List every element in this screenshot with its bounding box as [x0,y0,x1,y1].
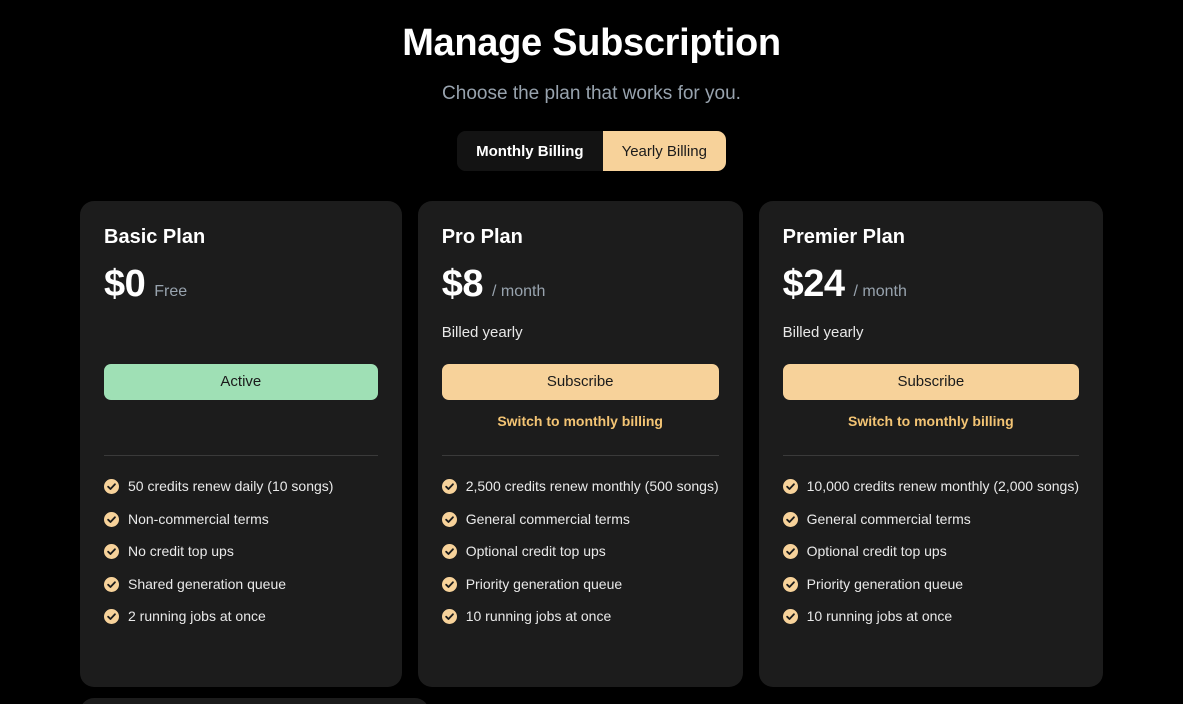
plan-price-period: / month [853,283,907,301]
toggle-yearly-billing[interactable]: Yearly Billing [602,131,726,172]
plan-feature-item: No credit top ups [104,543,378,561]
plan-feature-text: Non-commercial terms [128,510,269,527]
plan-feature-list: 50 credits renew daily (10 songs) Non-com… [104,478,378,626]
plan-price-row: $24 / month [782,263,1079,306]
plan-name: Pro Plan [441,226,523,249]
plan-card: Basic Plan $0 Free Active 50 credits renew… [80,201,402,688]
check-circle-icon [104,511,119,527]
plan-cta-button[interactable]: Active [104,364,378,401]
plan-cta-slot: Subscribe Switch to monthly billing [782,364,1079,429]
plan-billing-note [104,324,378,342]
plan-feature-text: 10 running jobs at once [806,608,953,625]
check-circle-icon [441,609,457,625]
plan-price-period: Free [154,283,188,301]
plan-feature-list: 10,000 credits renew monthly (2,000 song… [782,478,1079,626]
plan-feature-text: 10,000 credits renew monthly (2,000 song… [806,478,1079,495]
card-divider [441,455,719,457]
plan-price: $0 [104,263,146,306]
plan-feature-text: Optional credit top ups [465,543,606,560]
plan-cta-button[interactable]: Subscribe [441,364,719,401]
plan-cta-slot: Subscribe Switch to monthly billing [441,364,719,429]
plan-feature-text: Priority generation queue [806,575,964,592]
check-circle-icon [441,544,457,560]
plan-feature-text: 10 running jobs at once [465,608,612,625]
check-circle-icon [441,479,457,495]
card-divider [104,455,378,457]
plan-feature-item: 50 credits renew daily (10 songs) [104,478,378,496]
next-card-peek [80,698,429,704]
plan-feature-item: Priority generation queue [782,575,1079,594]
plan-price-row: $8 / month [441,263,719,306]
card-divider [782,455,1079,457]
plan-feature-text: General commercial terms [465,510,630,527]
plan-feature-item: 10 running jobs at once [441,608,719,626]
plan-price: $24 [782,263,845,306]
plan-feature-item: General commercial terms [782,510,1079,529]
switch-billing-link[interactable]: Switch to monthly billing [783,413,1079,429]
plan-card: Pro Plan $8/ month Billed yearly Subscribe S… [417,201,743,688]
check-circle-icon [104,576,119,592]
plan-billing-note: Billed yearly [441,324,523,342]
plan-feature-text: Shared generation queue [128,575,287,592]
switch-billing-link[interactable]: Switch to monthly billing [442,413,719,429]
plan-name: Premier Plan [782,226,905,249]
plan-feature-item: 10,000 credits renew monthly (2,000 song… [782,478,1079,496]
plan-feature-text: 2 running jobs at once [128,608,266,625]
billing-toggle[interactable]: Monthly Billing Yearly Billing [457,131,726,172]
plan-feature-item: Optional credit top ups [782,543,1079,561]
manage-subscription-page: Manage Subscription Choose the plan that… [0,0,1183,704]
plan-feature-item: 2 running jobs at once [104,608,378,626]
page-subtitle: Choose the plan that works for you. [442,82,741,104]
check-circle-icon [441,511,457,527]
plan-feature-item: Priority generation queue [441,575,719,594]
plan-feature-text: Priority generation queue [465,575,623,592]
plan-name: Basic Plan [104,226,206,249]
plan-feature-item: Shared generation queue [104,576,378,594]
plan-feature-item: Optional credit top ups [441,543,719,561]
plan-card: Premier Plan $24 / month Billed yearly Subsc… [758,201,1103,688]
plan-feature-text: 50 credits renew daily (10 songs) [128,478,334,495]
plan-price: $8 [441,263,484,306]
check-circle-icon [104,609,119,625]
plan-billing-note: Billed yearly [782,324,864,342]
plan-feature-item: Non-commercial terms [104,511,378,529]
plan-price-period: / month [491,283,546,301]
toggle-monthly-billing[interactable]: Monthly Billing [457,131,603,172]
check-circle-icon [441,576,457,592]
plan-cta-button[interactable]: Subscribe [782,364,1079,401]
plan-feature-text: General commercial terms [806,510,971,527]
plan-feature-text: Optional credit top ups [806,543,947,560]
check-circle-icon [782,511,798,527]
plan-feature-item: 2,500 credits renew monthly (500 songs) [441,478,719,496]
billing-toggle-container: Monthly Billing Yearly Billing [0,131,1183,172]
check-circle-icon [782,544,798,560]
check-circle-icon [782,576,798,592]
plan-cards-row: Basic Plan $0 Free Active 50 credits renew… [0,201,1183,688]
plan-feature-list: 2,500 credits renew monthly (500 songs) G… [441,478,719,626]
page-header: Manage Subscription Choose the plan that… [0,0,1183,106]
plan-cta-slot: Active [104,364,378,429]
plan-feature-item: General commercial terms [441,510,719,529]
plan-feature-item: 10 running jobs at once [782,608,1079,626]
plan-feature-text: 2,500 credits renew monthly (500 songs) [465,478,719,495]
check-circle-icon [104,544,119,560]
page-title: Manage Subscription [402,22,781,64]
check-circle-icon [782,479,798,495]
plan-feature-text: No credit top ups [128,543,234,560]
check-circle-icon [104,479,119,495]
check-circle-icon [782,609,798,625]
plan-price-row: $0 Free [104,263,378,306]
